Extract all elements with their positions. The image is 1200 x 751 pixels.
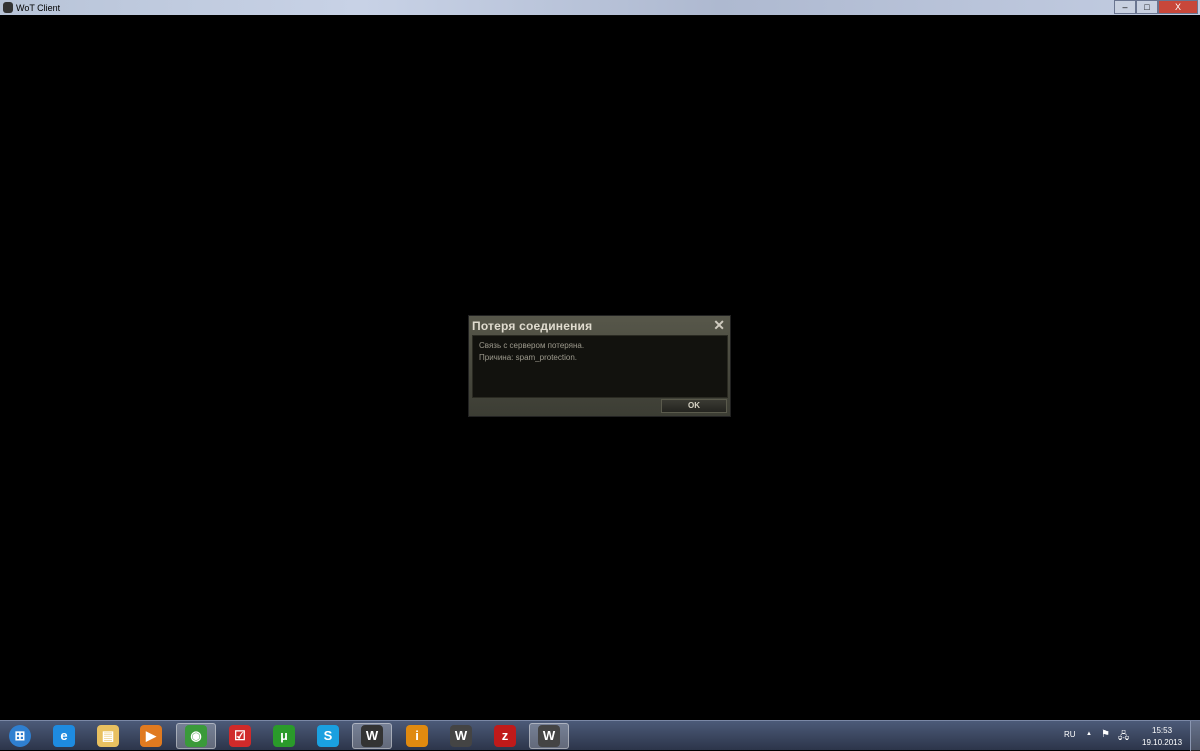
chrome-icon: ◉: [185, 725, 207, 747]
taskbar-utorrent-button[interactable]: µ: [264, 723, 304, 749]
calendar-icon: ☑: [229, 725, 251, 747]
wot-client-icon: W: [538, 725, 560, 747]
taskbar-start-button[interactable]: ⊞: [0, 723, 40, 749]
taskbar-wot-launcher-button[interactable]: W: [352, 723, 392, 749]
taskbar-world-of-tanks-button[interactable]: W: [441, 723, 481, 749]
internet-explorer-icon: e: [53, 725, 75, 747]
window-title: WoT Client: [16, 2, 61, 13]
skype-icon: S: [317, 725, 339, 747]
zynga-icon: z: [494, 725, 516, 747]
dialog-title: Потеря соединения: [472, 319, 593, 333]
taskbar-skype-button[interactable]: S: [308, 723, 348, 749]
taskbar-media-player-button[interactable]: ▶: [131, 723, 171, 749]
reason-line: Причина: spam_protection.: [479, 353, 577, 362]
wot-app-icon: [3, 2, 13, 13]
taskbar-zynga-button[interactable]: z: [485, 723, 525, 749]
show-hidden-icons[interactable]: ▲: [1086, 731, 1092, 737]
clock-date[interactable]: 19.10.2013: [1142, 738, 1182, 747]
media-player-icon: ▶: [140, 725, 162, 747]
maximize-button[interactable]: □: [1136, 0, 1158, 14]
taskbar: RU ▲ ⚑ 🖧 15:53 19.10.2013 ⊞ e ▤ ▶ ◉ ☑ µ S Wi Wz W: [0, 720, 1200, 751]
taskbar-calendar-button[interactable]: ☑: [220, 723, 260, 749]
close-icon[interactable]: ✕: [713, 317, 725, 334]
file-explorer-icon: ▤: [97, 725, 119, 747]
minimize-button[interactable]: –: [1114, 0, 1136, 14]
window-titlebar: WoT Client – □ X: [0, 0, 1200, 15]
taskbar-wot-client-button[interactable]: W: [529, 723, 569, 749]
world-of-tanks-icon: W: [450, 725, 472, 747]
close-window-button[interactable]: X: [1158, 0, 1198, 14]
dialog-message: Связь с сервером потеряна. Причина: spam…: [472, 335, 728, 398]
utorrent-icon: µ: [273, 725, 295, 747]
clock-time[interactable]: 15:53: [1152, 726, 1172, 735]
info-icon: i: [406, 725, 428, 747]
connection-lost-dialog: Потеря соединения ✕ Связь с сервером пот…: [468, 315, 731, 417]
message-line: Связь с сервером потеряна.: [479, 341, 585, 350]
taskbar-internet-explorer-button[interactable]: e: [44, 723, 84, 749]
show-desktop-button[interactable]: [1190, 721, 1200, 751]
ok-button[interactable]: OK: [661, 399, 727, 413]
taskbar-info-button[interactable]: i: [397, 723, 437, 749]
taskbar-chrome-button[interactable]: ◉: [176, 723, 216, 749]
taskbar-file-explorer-button[interactable]: ▤: [88, 723, 128, 749]
action-center-flag-icon[interactable]: ⚑: [1101, 729, 1110, 740]
start-icon: ⊞: [9, 725, 31, 747]
wot-launcher-icon: W: [361, 725, 383, 747]
language-indicator[interactable]: RU: [1064, 730, 1076, 739]
network-icon[interactable]: 🖧: [1118, 729, 1129, 746]
